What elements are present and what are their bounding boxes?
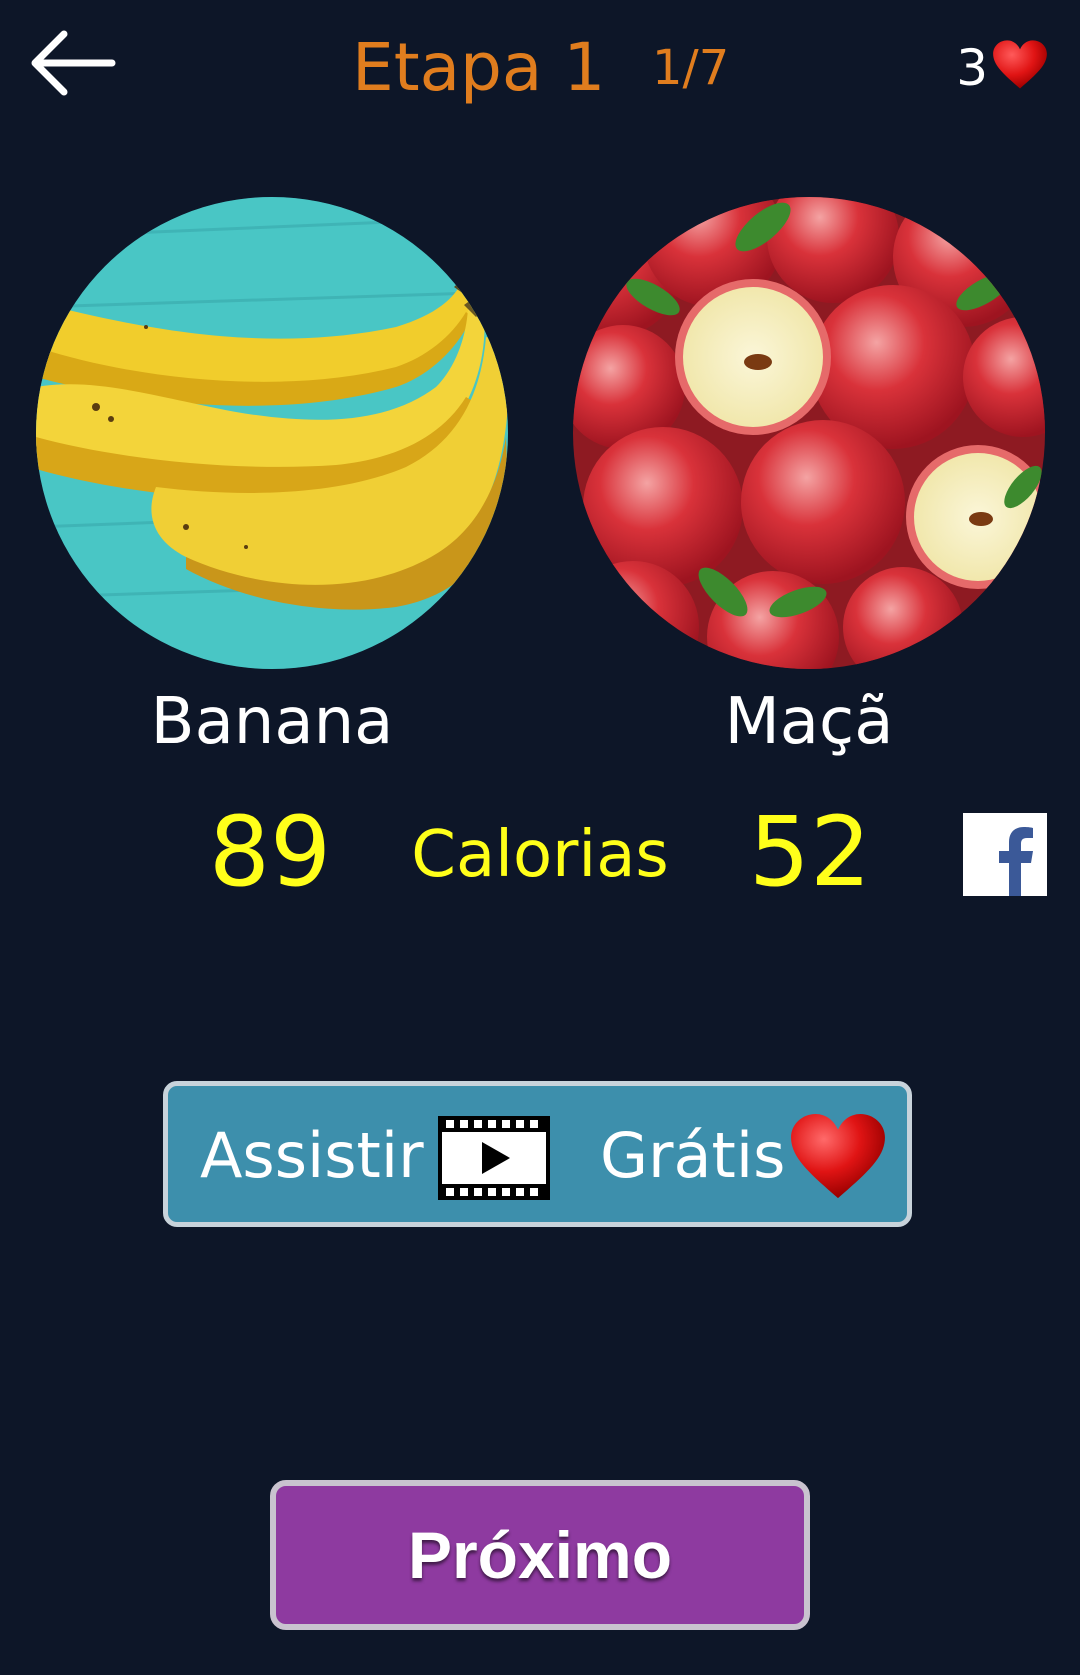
right-item-name: Maçã (724, 685, 894, 759)
facebook-icon (963, 813, 1047, 896)
watch-video-free-lives-button[interactable]: Assistir Grátis (163, 1081, 912, 1227)
next-button[interactable]: Próximo (270, 1480, 810, 1630)
apple-image[interactable] (573, 197, 1045, 669)
back-arrow-icon (31, 30, 116, 96)
watch-label: Assistir (200, 1119, 424, 1192)
heart-icon (992, 38, 1048, 92)
film-play-icon (438, 1116, 550, 1200)
calories-label: Calorias (411, 818, 669, 892)
banana-image[interactable] (36, 197, 508, 669)
heart-icon (788, 1112, 888, 1202)
lives-count: 3 (956, 39, 988, 97)
facebook-share-button[interactable] (963, 813, 1047, 896)
left-item-calories: 89 (208, 796, 332, 908)
page-title: Etapa 1 (352, 29, 606, 106)
right-item-calories: 52 (748, 796, 872, 908)
back-button[interactable] (28, 28, 118, 98)
left-item-name: Banana (150, 685, 394, 759)
progress-counter: 1/7 (652, 40, 730, 96)
free-label: Grátis (600, 1119, 786, 1192)
